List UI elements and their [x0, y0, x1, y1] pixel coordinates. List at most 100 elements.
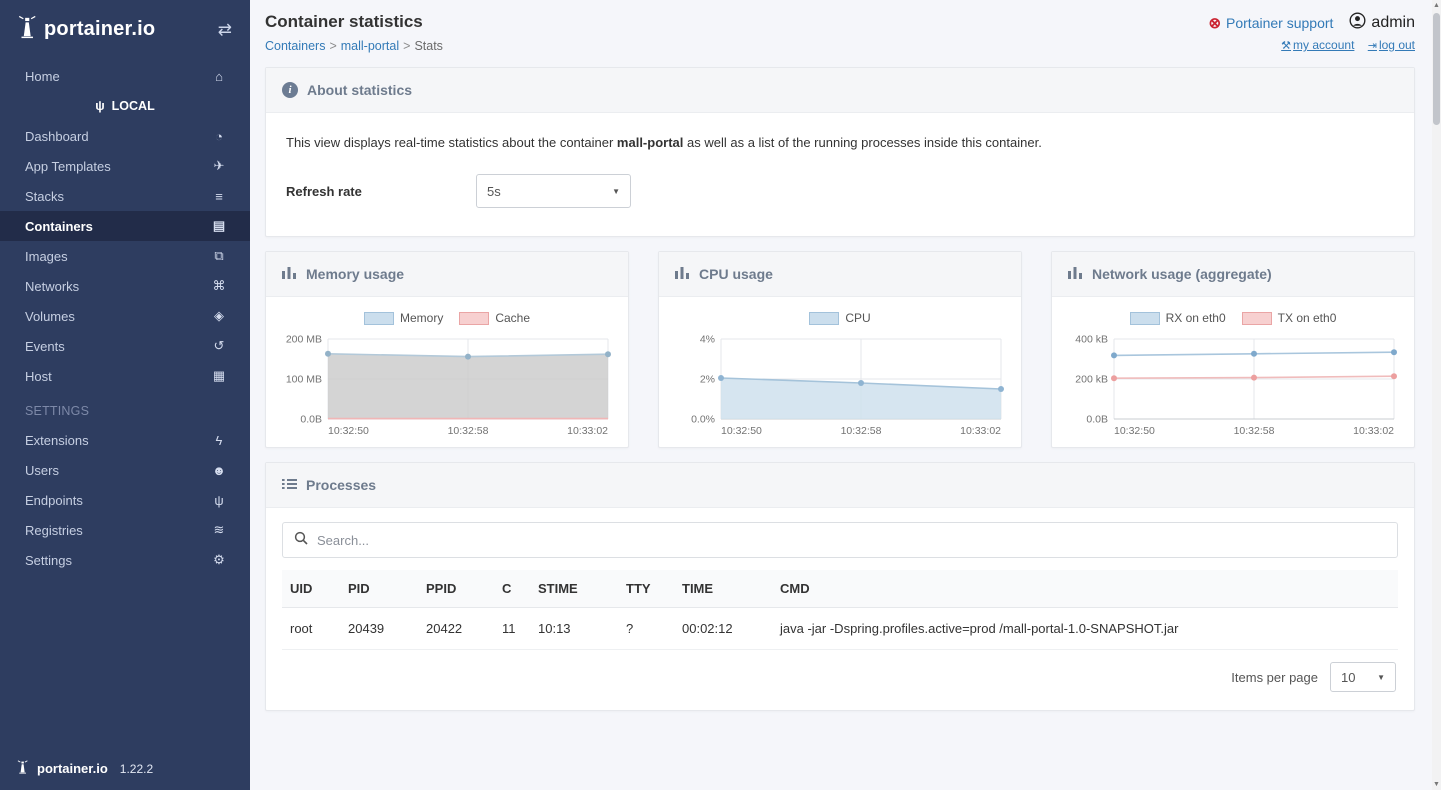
history-icon: ↺	[210, 338, 228, 354]
legend-item: TX on eth0	[1242, 311, 1337, 325]
memory-usage-panel: Memory usage MemoryCache 200 MB100 MB0.0…	[265, 251, 629, 448]
memory-chart-legend: MemoryCache	[280, 311, 614, 325]
breadcrumb: Containers>mall-portal>Stats	[265, 39, 443, 53]
bar-chart-icon	[282, 266, 297, 282]
svg-text:0.0B: 0.0B	[1086, 414, 1108, 426]
scroll-up-icon[interactable]: ▲	[1432, 2, 1441, 9]
process-search	[282, 522, 1398, 558]
sidebar-item-host[interactable]: Host▦	[0, 361, 250, 391]
bar-chart-icon	[675, 266, 690, 282]
cpu-usage-chart: 4%2%0.0%10:32:5010:32:5810:33:02	[673, 331, 1007, 441]
about-statistics-header: i About statistics	[266, 68, 1414, 113]
images-icon: ⧉	[210, 248, 228, 264]
legend-item: Memory	[364, 311, 443, 325]
sidebar-item-endpoints[interactable]: Endpointsψ	[0, 485, 250, 515]
chevron-down-icon: ▼	[1377, 673, 1385, 682]
wrench-icon: ⚒	[1281, 40, 1291, 52]
column-header-tty[interactable]: TTY	[618, 570, 674, 608]
cpu-usage-header: CPU usage	[659, 252, 1021, 297]
volumes-icon: ◈	[210, 308, 228, 324]
sidebar-footer: portainer.io 1.22.2	[16, 759, 153, 778]
column-header-time[interactable]: TIME	[674, 570, 772, 608]
column-header-uid[interactable]: UID	[282, 570, 340, 608]
svg-text:10:32:50: 10:32:50	[1114, 425, 1155, 437]
rocket-icon: ✈	[210, 158, 228, 174]
main-content: Container statistics Containers>mall-por…	[250, 0, 1441, 790]
search-input[interactable]	[317, 533, 1386, 548]
sidebar-item-registries[interactable]: Registries≋	[0, 515, 250, 545]
sidebar-item-containers[interactable]: Containers▤	[0, 211, 250, 241]
column-header-pid[interactable]: PID	[340, 570, 418, 608]
sidebar-item-extensions[interactable]: Extensionsϟ	[0, 425, 250, 455]
dashboard-icon: ◔	[210, 129, 228, 144]
column-header-c[interactable]: C	[494, 570, 530, 608]
page-scrollbar[interactable]: ▲ ▼	[1432, 0, 1441, 790]
footer-logo-text: portainer.io	[37, 761, 108, 776]
cpu-chart-legend: CPU	[673, 311, 1007, 325]
column-header-cmd[interactable]: CMD	[772, 570, 1398, 608]
gear-icon: ⚙	[210, 552, 228, 568]
sidebar-item-stacks[interactable]: Stacks≡	[0, 181, 250, 211]
my-account-link[interactable]: ⚒my account	[1281, 38, 1354, 52]
svg-text:10:32:58: 10:32:58	[1234, 425, 1275, 437]
sidebar-item-app-templates[interactable]: App Templates✈	[0, 151, 250, 181]
sidebar-collapse-icon[interactable]: ⇄	[218, 20, 232, 40]
sidebar-item-dashboard[interactable]: Dashboard◔	[0, 121, 250, 151]
legend-item: RX on eth0	[1130, 311, 1226, 325]
sidebar-item-home[interactable]: Home⌂	[0, 61, 250, 91]
items-per-page-select[interactable]: 10 ▼	[1330, 662, 1396, 692]
svg-text:10:32:58: 10:32:58	[448, 425, 489, 437]
column-header-ppid[interactable]: PPID	[418, 570, 494, 608]
portainer-logo: portainer.io	[44, 18, 155, 41]
table-row[interactable]: root20439204221110:13?00:02:12java -jar …	[282, 608, 1398, 650]
sidebar-nav: Home⌂ψLOCALDashboard◔App Templates✈Stack…	[0, 61, 250, 575]
users-icon: ☻	[210, 463, 228, 478]
search-icon	[294, 531, 308, 550]
column-header-stime[interactable]: STIME	[530, 570, 618, 608]
breadcrumb-containers[interactable]: Containers	[265, 39, 325, 53]
registries-icon: ≋	[210, 522, 228, 538]
user-icon	[1349, 12, 1366, 34]
portainer-support-link[interactable]: ⊗ Portainer support	[1208, 14, 1333, 32]
processes-title: Processes	[306, 477, 376, 493]
svg-text:0.0%: 0.0%	[691, 414, 715, 426]
items-per-page-label: Items per page	[1231, 670, 1318, 685]
scroll-down-icon[interactable]: ▼	[1432, 781, 1441, 788]
svg-text:10:32:58: 10:32:58	[841, 425, 882, 437]
chevron-down-icon: ▼	[612, 187, 620, 196]
sitemap-icon: ⌘	[210, 278, 228, 294]
log-out-link[interactable]: ⇥log out	[1368, 38, 1415, 52]
breadcrumb-mall-portal[interactable]: mall-portal	[341, 39, 399, 53]
user-name: admin	[1371, 14, 1415, 32]
sign-out-icon: ⇥	[1368, 40, 1377, 52]
sidebar-item-settings[interactable]: Settings⚙	[0, 545, 250, 575]
user-menu[interactable]: admin	[1349, 12, 1415, 34]
sidebar-section-settings: SETTINGS	[0, 391, 250, 425]
sidebar-item-users[interactable]: Users☻	[0, 455, 250, 485]
memory-usage-header: Memory usage	[266, 252, 628, 297]
sidebar-item-events[interactable]: Events↺	[0, 331, 250, 361]
svg-text:200 MB: 200 MB	[286, 334, 322, 346]
charts-row: Memory usage MemoryCache 200 MB 100 MB 0.0…	[265, 251, 1415, 448]
breadcrumb-stats: Stats	[414, 39, 443, 53]
legend-item: CPU	[809, 311, 870, 325]
portainer-lighthouse-icon	[16, 759, 29, 778]
svg-text:400 kB: 400 kB	[1075, 334, 1108, 346]
sidebar-item-networks[interactable]: Networks⌘	[0, 271, 250, 301]
portainer-lighthouse-icon	[16, 14, 38, 45]
network-usage-panel: Network usage (aggregate) RX on eth0 TX o…	[1051, 251, 1415, 448]
sidebar-endpoint-local: ψLOCAL	[0, 91, 250, 121]
svg-text:10:33:02: 10:33:02	[567, 425, 608, 437]
sidebar-item-volumes[interactable]: Volumes◈	[0, 301, 250, 331]
page-title: Container statistics	[265, 12, 443, 32]
container-name: mall-portal	[617, 135, 683, 150]
server-icon: ▦	[210, 368, 228, 384]
pagination: Items per page 10 ▼	[282, 650, 1398, 700]
svg-text:100 MB: 100 MB	[286, 374, 322, 386]
scrollbar-thumb[interactable]	[1433, 13, 1440, 125]
sidebar-item-images[interactable]: Images⧉	[0, 241, 250, 271]
network-usage-header: Network usage (aggregate)	[1052, 252, 1414, 297]
refresh-rate-select[interactable]: 5s ▼	[476, 174, 631, 208]
containers-icon: ▤	[210, 218, 228, 234]
stacks-icon: ≡	[210, 189, 228, 204]
